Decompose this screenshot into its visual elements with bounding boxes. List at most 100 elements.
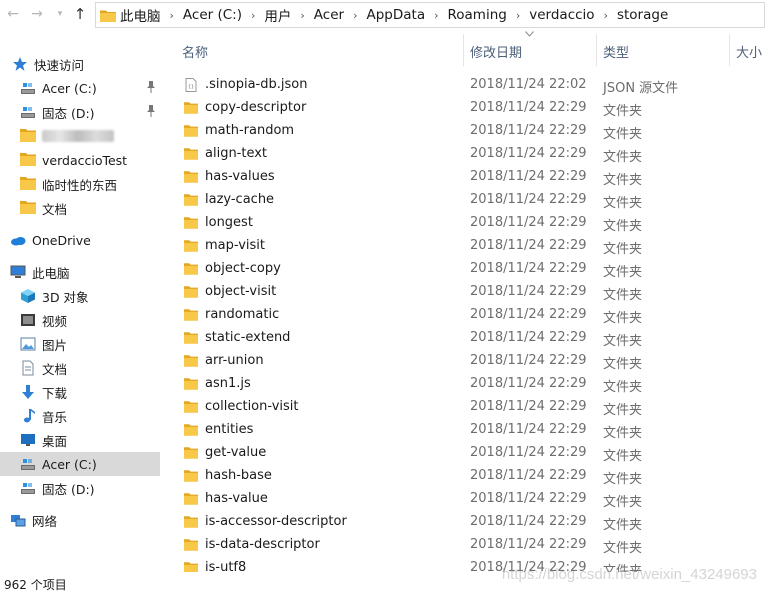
file-date: 2018/11/24 22:29 — [470, 376, 587, 391]
file-type: 文件夹 — [603, 334, 643, 349]
breadcrumb-item[interactable]: storage — [617, 7, 668, 23]
nav-quick-access[interactable]: 快速访问 — [0, 52, 160, 76]
file-row[interactable]: object-copy 2018/11/24 22:29 文件夹 — [162, 258, 765, 281]
breadcrumb-item[interactable]: 用户 — [264, 5, 291, 25]
file-name: asn1.js — [205, 376, 251, 391]
back-arrow-icon[interactable]: ← — [4, 5, 22, 23]
file-name: .sinopia-db.json — [205, 77, 308, 92]
file-row[interactable]: longest 2018/11/24 22:29 文件夹 — [162, 212, 765, 235]
nav-quick-item[interactable]: 临时性的东西 — [0, 172, 160, 196]
file-row[interactable]: align-text 2018/11/24 22:29 文件夹 — [162, 143, 765, 166]
file-type: 文件夹 — [603, 403, 643, 418]
file-row[interactable]: has-values 2018/11/24 22:29 文件夹 — [162, 166, 765, 189]
column-name[interactable]: 名称 — [182, 42, 208, 61]
breadcrumb-item[interactable]: Roaming — [448, 7, 507, 23]
column-date[interactable]: 修改日期 — [470, 42, 522, 61]
nav-pc-item[interactable]: 视频 — [0, 308, 160, 332]
breadcrumb-separator-icon[interactable]: › — [170, 9, 174, 22]
nav-onedrive[interactable]: OneDrive — [0, 228, 160, 252]
file-row[interactable]: arr-union 2018/11/24 22:29 文件夹 — [162, 350, 765, 373]
file-row[interactable]: lazy-cache 2018/11/24 22:29 文件夹 — [162, 189, 765, 212]
nav-network[interactable]: 网络 — [0, 508, 160, 532]
nav-pc-item[interactable]: 3D 对象 — [0, 284, 160, 308]
breadcrumb-separator-icon[interactable]: › — [604, 9, 608, 22]
file-date: 2018/11/24 22:29 — [470, 537, 587, 552]
file-type: JSON 源文件 — [603, 81, 679, 96]
file-row[interactable]: get-value 2018/11/24 22:29 文件夹 — [162, 442, 765, 465]
breadcrumb-item[interactable]: 此电脑 — [120, 5, 161, 25]
folder-icon — [20, 177, 36, 190]
nav-pc-item[interactable]: Acer (C:) — [0, 452, 160, 476]
file-name: hash-base — [205, 468, 272, 483]
forward-arrow-icon[interactable]: → — [28, 5, 46, 23]
file-row[interactable]: entities 2018/11/24 22:29 文件夹 — [162, 419, 765, 442]
file-row[interactable]: asn1.js 2018/11/24 22:29 文件夹 — [162, 373, 765, 396]
file-row[interactable]: has-value 2018/11/24 22:29 文件夹 — [162, 488, 765, 511]
folder-icon — [184, 493, 198, 505]
nav-pc-item[interactable]: 下载 — [0, 380, 160, 404]
pin-icon[interactable] — [146, 105, 156, 117]
nav-pc-item[interactable]: 文档 — [0, 356, 160, 380]
document-icon — [20, 360, 36, 376]
breadcrumb-item[interactable]: verdaccio — [529, 7, 594, 23]
nav-quick-item[interactable] — [0, 124, 160, 148]
pin-icon[interactable] — [146, 81, 156, 93]
sort-chevron-icon — [525, 31, 534, 37]
file-date: 2018/11/24 22:29 — [470, 238, 587, 253]
breadcrumb-separator-icon[interactable]: › — [434, 9, 438, 22]
file-row[interactable]: is-accessor-descriptor 2018/11/24 22:29 文件… — [162, 511, 765, 534]
breadcrumb-item[interactable]: AppData — [366, 7, 425, 23]
breadcrumb-item[interactable]: Acer — [314, 7, 344, 23]
nav-pc-item[interactable]: 桌面 — [0, 428, 160, 452]
breadcrumb-separator-icon[interactable]: › — [516, 9, 520, 22]
column-type[interactable]: 类型 — [603, 42, 629, 61]
nav-quick-item[interactable]: Acer (C:) — [0, 76, 160, 100]
breadcrumb-separator-icon[interactable]: › — [300, 9, 304, 22]
folder-icon — [184, 102, 198, 114]
nav-quick-item[interactable]: 文档 — [0, 196, 160, 220]
file-row[interactable]: static-extend 2018/11/24 22:29 文件夹 — [162, 327, 765, 350]
folder-icon — [184, 309, 198, 321]
file-row[interactable]: {} .sinopia-db.json 2018/11/24 22:02 JSON 源… — [162, 74, 765, 97]
breadcrumb-separator-icon[interactable]: › — [251, 9, 255, 22]
folder-icon — [184, 240, 198, 252]
nav-quick-item[interactable]: verdaccioTest — [0, 148, 160, 172]
file-name: static-extend — [205, 330, 291, 345]
folder-icon — [184, 447, 198, 459]
folder-icon — [184, 515, 198, 529]
desktop-icon — [20, 432, 36, 448]
file-row[interactable]: collection-visit 2018/11/24 22:29 文件夹 — [162, 396, 765, 419]
file-date: 2018/11/24 22:29 — [470, 422, 587, 437]
file-type: 文件夹 — [603, 104, 643, 119]
file-row[interactable]: math-random 2018/11/24 22:29 文件夹 — [162, 120, 765, 143]
file-date: 2018/11/24 22:29 — [470, 307, 587, 322]
address-bar[interactable]: 此电脑 › Acer (C:) › 用户 › Acer › AppData › Roaming › ve… — [95, 2, 765, 28]
file-row[interactable]: map-visit 2018/11/24 22:29 文件夹 — [162, 235, 765, 258]
nav-this-pc[interactable]: 此电脑 — [0, 260, 160, 284]
file-date: 2018/11/24 22:29 — [470, 284, 587, 299]
network-icon — [10, 512, 26, 528]
cube-icon — [20, 288, 36, 304]
nav-quick-item[interactable]: 固态 (D:) — [0, 100, 160, 124]
file-date: 2018/11/24 22:29 — [470, 215, 587, 230]
nav-pc-item[interactable]: 音乐 — [0, 404, 160, 428]
redacted-label — [42, 130, 114, 142]
file-row[interactable]: is-data-descriptor 2018/11/24 22:29 文件夹 — [162, 534, 765, 557]
recent-dropdown-icon[interactable]: ▾ — [51, 5, 69, 23]
file-type: 文件夹 — [603, 495, 643, 510]
folder-icon — [184, 170, 198, 184]
up-arrow-icon[interactable]: ↑ — [71, 5, 89, 23]
file-row[interactable]: randomatic 2018/11/24 22:29 文件夹 — [162, 304, 765, 327]
file-type: 文件夹 — [603, 150, 643, 165]
file-row[interactable]: object-visit 2018/11/24 22:29 文件夹 — [162, 281, 765, 304]
breadcrumb-separator-icon[interactable]: › — [353, 9, 357, 22]
nav-pc-item[interactable]: 图片 — [0, 332, 160, 356]
breadcrumb-item[interactable]: Acer (C:) — [183, 7, 242, 23]
file-row[interactable]: hash-base 2018/11/24 22:29 文件夹 — [162, 465, 765, 488]
file-name: object-visit — [205, 284, 277, 299]
nav-pc-item[interactable]: 固态 (D:) — [0, 476, 160, 500]
folder-icon — [20, 129, 36, 142]
column-size[interactable]: 大小 — [736, 42, 762, 61]
folder-icon — [184, 125, 198, 137]
file-row[interactable]: copy-descriptor 2018/11/24 22:29 文件夹 — [162, 97, 765, 120]
